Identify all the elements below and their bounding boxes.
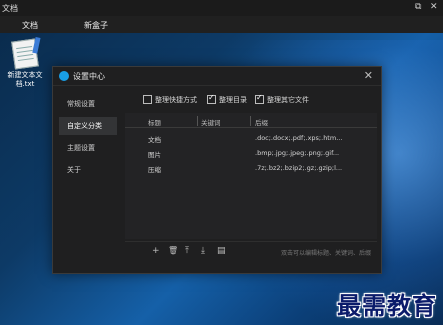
table-toolbar: + 🗑 ⤒ ⤓ ▤ 双击可以编辑标题、关键词、后缀	[125, 241, 377, 262]
app-logo-icon	[59, 71, 69, 81]
sidebar-item-about[interactable]: 关于	[59, 161, 117, 179]
tab-new-box[interactable]: 新盒子	[84, 20, 108, 31]
cell-suffix: .doc;.docx;.pdf;.xps;.htm...	[255, 134, 343, 142]
option-label: 整理目录	[219, 96, 247, 104]
column-header-title[interactable]: 标题	[148, 117, 161, 127]
column-divider[interactable]	[250, 116, 251, 126]
desktop-file-label-1: 新建文本文	[7, 71, 43, 79]
option-organize-folders[interactable]: 整理目录	[207, 93, 247, 105]
edit-hint: 双击可以编辑标题、关键词、后缀	[280, 250, 371, 257]
desktop-file-icon[interactable]: 新建文本文 档.txt	[2, 38, 48, 89]
fence-title: 文档	[2, 4, 18, 13]
option-label: 整理快捷方式	[155, 96, 197, 104]
column-header-keywords[interactable]: 关键词	[201, 117, 221, 127]
move-up-icon[interactable]: ⤒	[185, 246, 189, 256]
settings-sidebar: 常规设置 自定义分类 主题设置 关于	[59, 95, 117, 183]
settings-dialog: 设置中心 ✕ 常规设置 自定义分类 主题设置 关于 整理快捷方式 整理目录 整理…	[52, 66, 382, 274]
checkbox-shortcuts[interactable]	[143, 94, 152, 104]
dialog-header: 设置中心 ✕	[53, 67, 381, 86]
header-divider	[125, 127, 377, 128]
dialog-title: 设置中心	[73, 72, 105, 81]
checkbox-folders[interactable]	[207, 93, 216, 104]
restore-icon[interactable]: ⧉	[415, 2, 421, 12]
table-row[interactable]: 文档 .doc;.docx;.pdf;.xps;.htm...	[125, 132, 377, 146]
fences-titlebar: 文档 ⧉ ✕	[0, 0, 443, 16]
checkbox-other-files[interactable]	[255, 93, 264, 104]
move-down-icon[interactable]: ⤓	[201, 246, 205, 256]
sidebar-item-custom-category[interactable]: 自定义分类	[59, 117, 117, 135]
fence-tabbar: 文档 新盒子	[0, 16, 443, 33]
column-divider[interactable]	[197, 116, 198, 126]
category-table: 标题 关键词 后缀 文档 .doc;.docx;.pdf;.xps;.htm..…	[125, 113, 377, 239]
cell-suffix: .bmp;.jpg;.jpeg;.png;.gif...	[255, 149, 340, 157]
column-header-suffix[interactable]: 后缀	[255, 117, 268, 127]
close-icon[interactable]: ✕	[430, 2, 438, 12]
cell-title: 图片	[148, 151, 161, 159]
sidebar-item-general[interactable]: 常规设置	[59, 95, 117, 113]
option-organize-shortcuts[interactable]: 整理快捷方式	[143, 94, 197, 105]
dialog-close-icon[interactable]: ✕	[364, 69, 373, 82]
cell-title: 压缩	[148, 166, 161, 174]
text-file-icon	[11, 38, 39, 70]
table-row[interactable]: 压缩 .7z;.bz2;.bzip2;.gz;.gzip;l...	[125, 162, 377, 176]
cell-suffix: .7z;.bz2;.bzip2;.gz;.gzip;l...	[255, 164, 343, 172]
option-label: 整理其它文件	[267, 96, 309, 104]
option-organize-other-files[interactable]: 整理其它文件	[255, 93, 309, 105]
tab-documents[interactable]: 文档	[22, 20, 38, 31]
watermark-logo: 最需教育	[337, 291, 437, 320]
edit-icon[interactable]: ▤	[217, 246, 226, 256]
add-icon[interactable]: +	[152, 246, 160, 256]
desktop-file-label-2: 档.txt	[15, 80, 35, 88]
delete-icon[interactable]: 🗑	[168, 246, 178, 255]
cell-title: 文档	[148, 136, 161, 144]
sidebar-item-theme[interactable]: 主题设置	[59, 139, 117, 157]
table-row[interactable]: 图片 .bmp;.jpg;.jpeg;.png;.gif...	[125, 147, 377, 161]
